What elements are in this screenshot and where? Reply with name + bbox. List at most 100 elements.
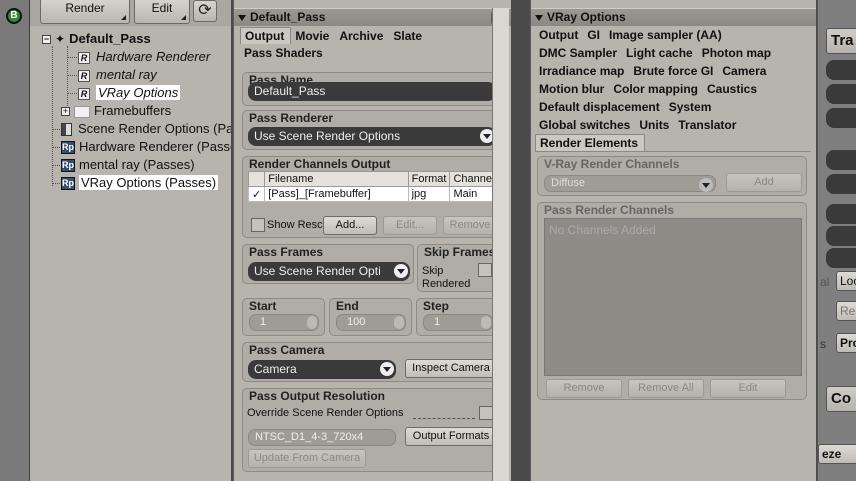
chevron-down-icon bbox=[699, 178, 713, 192]
pass-renderer-dropdown[interactable]: Use Scene Render Options bbox=[248, 127, 496, 146]
tab-slate[interactable]: Slate bbox=[389, 28, 428, 45]
row-filename: [Pass]_[Framebuffer] bbox=[264, 186, 409, 202]
step-field[interactable]: 1 bbox=[423, 314, 493, 331]
collapse-arrow-icon[interactable] bbox=[238, 14, 246, 21]
pass-panel-header[interactable]: Default_Pass ? bbox=[234, 8, 511, 26]
local-button[interactable]: Loc bbox=[836, 271, 856, 291]
tab-gi[interactable]: GI bbox=[587, 28, 600, 42]
remove-pass-channel-button[interactable]: Remove bbox=[546, 379, 622, 398]
pass-render-channels-label: Pass Render Channels bbox=[544, 203, 675, 217]
tab-caustics[interactable]: Caustics bbox=[707, 82, 757, 96]
skip-rendered-checkbox[interactable] bbox=[478, 263, 492, 277]
dark-field[interactable] bbox=[826, 150, 856, 170]
pass-camera-dropdown[interactable]: Camera bbox=[248, 360, 396, 379]
edit-channel-button[interactable]: Edit... bbox=[383, 216, 437, 235]
render-menu-button[interactable]: Render bbox=[40, 0, 130, 24]
tab-render-elements[interactable]: Render Elements bbox=[535, 134, 646, 151]
tree-item-mental-ray-passes[interactable]: Rp mental ray (Passes) bbox=[61, 156, 195, 174]
vray-channel-dropdown[interactable]: Diffuse bbox=[544, 175, 716, 192]
table-row[interactable]: ✓ [Pass]_[Framebuffer] jpg Main bbox=[247, 186, 496, 202]
dark-field[interactable] bbox=[826, 60, 856, 80]
add-channel-button[interactable]: Add... bbox=[323, 216, 377, 235]
start-field[interactable]: 1 bbox=[249, 314, 319, 331]
tab-movie[interactable]: Movie bbox=[291, 28, 335, 45]
expand-icon[interactable]: + bbox=[61, 107, 70, 117]
tab-translator[interactable]: Translator bbox=[678, 118, 736, 132]
column-filename[interactable]: Filename bbox=[264, 171, 409, 187]
tree-line bbox=[52, 147, 60, 148]
tab-brute-force-gi[interactable]: Brute force GI bbox=[633, 64, 713, 78]
tab-motion-blur[interactable]: Motion blur bbox=[539, 82, 604, 96]
dark-field[interactable] bbox=[826, 226, 856, 246]
tab-output[interactable]: Output bbox=[240, 27, 292, 44]
tab-image-sampler[interactable]: Image sampler (AA) bbox=[609, 28, 722, 42]
override-checkbox[interactable] bbox=[479, 406, 493, 420]
freeze-button[interactable]: eze bbox=[818, 444, 856, 464]
pass-name-field[interactable]: Default_Pass bbox=[248, 82, 496, 101]
resolution-preset-dropdown[interactable]: NTSC_D1_4-3_720x4 bbox=[248, 429, 396, 446]
inspect-camera-button[interactable]: Inspect Camera bbox=[405, 359, 497, 378]
pass-channels-list[interactable]: No Channels Added bbox=[544, 218, 802, 376]
vray-tab-row-5: Default displacement System bbox=[539, 100, 720, 114]
tab-system[interactable]: System bbox=[669, 100, 712, 114]
translate-button[interactable]: Tra bbox=[826, 28, 856, 54]
tree-item-framebuffers[interactable]: + Framebuffers bbox=[61, 102, 171, 120]
pass-frames-label: Pass Frames bbox=[249, 245, 324, 259]
vray-panel-header[interactable]: VRay Options bbox=[531, 8, 816, 26]
row-check[interactable]: ✓ bbox=[247, 186, 266, 202]
tree-item-vray-options[interactable]: R VRay Options bbox=[78, 84, 181, 102]
tree-item-scene-render-options[interactable]: Scene Render Options (Pass bbox=[61, 120, 231, 138]
refresh-icon[interactable]: ⟳ bbox=[193, 0, 217, 22]
tab-camera[interactable]: Camera bbox=[722, 64, 766, 78]
tab-dmc-sampler[interactable]: DMC Sampler bbox=[539, 46, 617, 60]
dark-field[interactable] bbox=[826, 84, 856, 104]
dark-field[interactable] bbox=[826, 174, 856, 194]
tab-light-cache[interactable]: Light cache bbox=[626, 46, 693, 60]
end-field[interactable]: 100 bbox=[336, 314, 406, 331]
pass-frames-value: Use Scene Render Opti bbox=[254, 264, 381, 278]
tab-pass-shaders[interactable]: Pass Shaders bbox=[244, 46, 323, 60]
tab-default-displacement[interactable]: Default displacement bbox=[539, 100, 660, 114]
column-channel[interactable]: Channe bbox=[449, 171, 496, 187]
render-menu-label: Render bbox=[65, 1, 105, 15]
tree-item-hardware-renderer[interactable]: R Hardware Renderer bbox=[78, 48, 210, 66]
pass-panel-scrollbar[interactable] bbox=[492, 8, 509, 481]
dark-field[interactable] bbox=[826, 204, 856, 224]
tree-item-mental-ray[interactable]: Rmental ray bbox=[78, 66, 157, 84]
tab-irradiance-map[interactable]: Irradiance map bbox=[539, 64, 624, 78]
tree-item-hardware-renderer-passes[interactable]: Rp Hardware Renderer (Passes bbox=[61, 138, 231, 156]
render-channels-table: Filename Format Channe ✓ [Pass]_[Framebu… bbox=[247, 171, 496, 202]
edit-menu-button[interactable]: Edit bbox=[134, 0, 190, 24]
tab-archive[interactable]: Archive bbox=[335, 28, 389, 45]
slider-knob[interactable] bbox=[481, 316, 491, 329]
slider-knob[interactable] bbox=[394, 316, 404, 329]
tab-photon-map[interactable]: Photon map bbox=[702, 46, 771, 60]
tree-line bbox=[52, 129, 60, 130]
tree-item-vray-options-passes[interactable]: Rp VRay Options (Passes) bbox=[61, 174, 219, 192]
tree-root-default-pass[interactable]: − ✦ Default_Pass bbox=[42, 30, 151, 48]
collapse-arrow-icon[interactable] bbox=[535, 14, 543, 21]
remove-channel-button[interactable]: Remove bbox=[443, 216, 497, 235]
reset-button[interactable]: Re bbox=[836, 301, 856, 321]
show-resolution-checkbox[interactable] bbox=[251, 218, 265, 232]
edit-pass-channel-button[interactable]: Edit bbox=[710, 379, 786, 398]
add-vray-channel-button[interactable]: Add bbox=[726, 173, 802, 192]
b-badge-icon[interactable]: B bbox=[6, 8, 22, 24]
dark-field[interactable] bbox=[826, 248, 856, 268]
remove-all-pass-channels-button[interactable]: Remove All bbox=[628, 379, 704, 398]
output-formats-button[interactable]: Output Formats bbox=[405, 427, 497, 446]
tab-color-mapping[interactable]: Color mapping bbox=[613, 82, 698, 96]
dark-field[interactable] bbox=[826, 108, 856, 128]
collapse-icon[interactable]: − bbox=[42, 35, 51, 45]
pass-frames-dropdown[interactable]: Use Scene Render Opti bbox=[248, 262, 410, 281]
render-channels-label: Render Channels Output bbox=[249, 157, 391, 171]
slider-knob[interactable] bbox=[307, 316, 317, 329]
tab-output[interactable]: Output bbox=[539, 28, 578, 42]
pro-button[interactable]: Pro bbox=[836, 333, 856, 353]
tab-global-switches[interactable]: Global switches bbox=[539, 118, 630, 132]
co-button[interactable]: Co bbox=[826, 386, 856, 412]
tab-units[interactable]: Units bbox=[639, 118, 669, 132]
column-format[interactable]: Format bbox=[407, 171, 451, 187]
chevron-down-icon bbox=[380, 362, 394, 376]
update-from-camera-button[interactable]: Update From Camera bbox=[248, 449, 366, 468]
